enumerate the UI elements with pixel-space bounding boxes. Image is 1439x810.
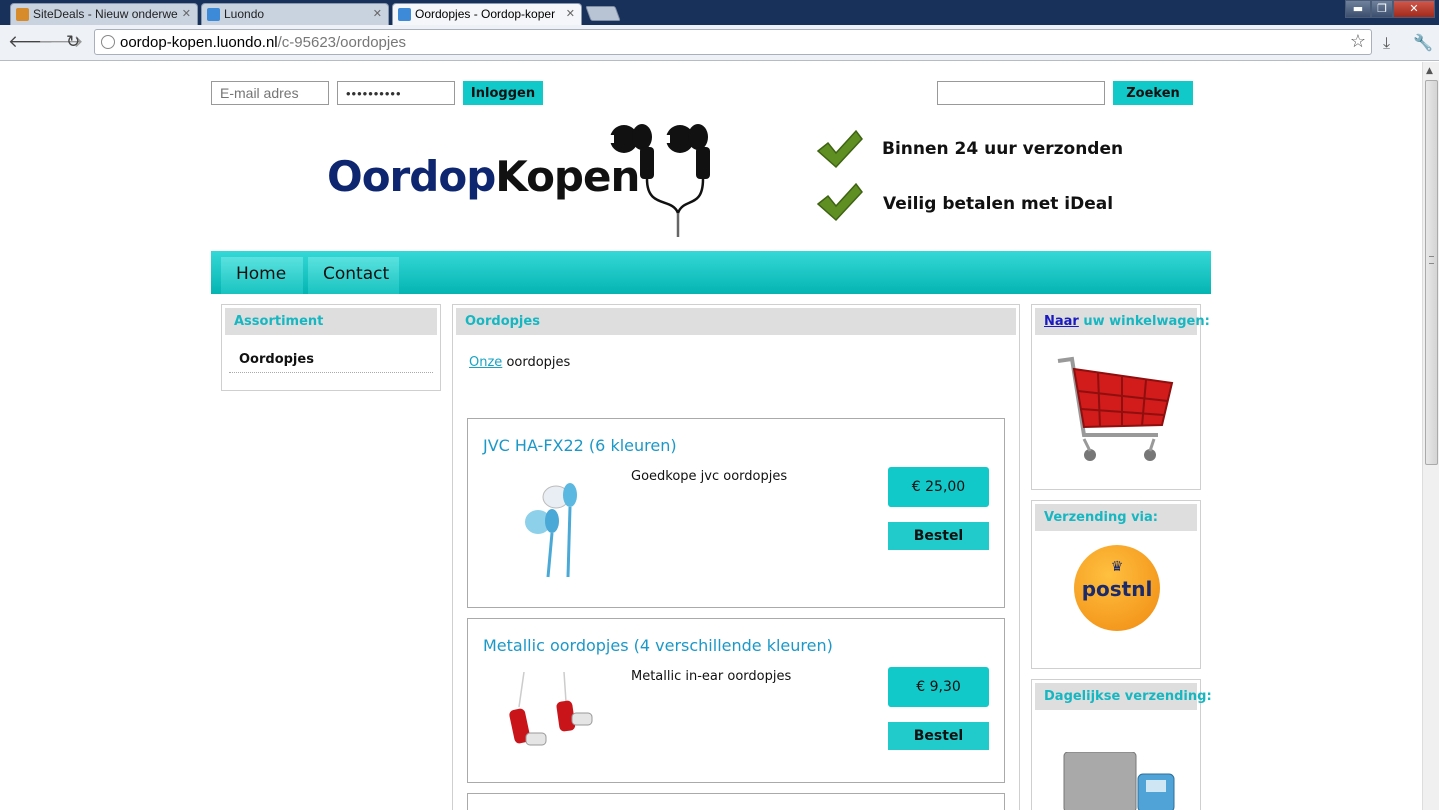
product-card: JVC HA-FX22 (6 kleuren) Goedkope jvc oor… [467,418,1005,608]
shipping-box: Verzending via: ♛ postnl [1031,500,1201,669]
logo-part-oordop: Oordop [327,152,496,201]
scroll-grip [1429,256,1434,264]
cart-title: Naar uw winkelwagen: [1035,308,1210,335]
reload-icon[interactable]: ↻ [66,33,80,51]
assortment-title: Assortiment [225,308,437,335]
daily-shipping-title: Dagelijkse verzending: [1035,683,1212,710]
truck-icon [1063,752,1175,810]
crown-icon: ♛ [1110,559,1124,575]
tab-title: SiteDeals - Nieuw onderwe [33,7,178,21]
product-price: € 25,00 [888,467,989,507]
assortment-box: Assortiment [221,304,441,391]
login-button[interactable]: Inloggen [463,81,543,105]
checkmark-icon [816,182,863,222]
nav-item-home[interactable]: Home [221,257,303,294]
tab-close-icon[interactable]: ✕ [373,7,382,20]
product-title[interactable]: JVC HA-FX22 (6 kleuren) [483,436,677,455]
sidebar-item-oordopjes[interactable]: Oordopjes [229,349,433,373]
shipping-title: Verzending via: [1035,504,1197,531]
earphones-logo-icon [610,124,710,237]
browser-tab-sitedeals[interactable]: SiteDeals - Nieuw onderwe ✕ [10,3,198,25]
usp-shipping: Binnen 24 uur verzonden [882,139,1124,159]
product-card [467,793,1005,810]
intro-text: oordopjes [506,355,571,370]
cart-text: uw winkelwagen: [1083,314,1210,329]
intro-link[interactable]: Onze [469,355,502,370]
globe-icon [101,35,115,49]
checkmark-icon [816,129,863,169]
browser-tab-oordopjes[interactable]: Oordopjes - Oordop-koper ✕ [392,3,582,25]
site-logo[interactable]: OordopKopen [327,152,640,201]
postnl-logo-text: postnl [1081,577,1153,601]
scroll-up-arrow-icon[interactable]: ▲ [1426,66,1433,76]
maximize-button[interactable]: ❐ [1371,0,1393,18]
shopping-cart-icon[interactable] [1054,355,1179,471]
main-navigation: Home Contact [211,251,1211,294]
nav-item-contact[interactable]: Contact [308,257,399,294]
product-card: Metallic oordopjes (4 verschillende kleu… [467,618,1005,783]
product-description: Metallic in-ear oordopjes [631,669,792,684]
download-icon[interactable]: ⤓ [1383,33,1390,53]
cart-link[interactable]: Naar [1044,314,1079,329]
web-page: Inloggen Zoeken OordopKopen Binnen 24 uu… [0,62,1422,810]
search-button[interactable]: Zoeken [1113,81,1193,105]
order-button[interactable]: Bestel [888,722,989,750]
daily-shipping-box: Dagelijkse verzending: [1031,679,1212,810]
product-image-jvc[interactable] [504,477,604,582]
search-input[interactable] [937,81,1105,105]
url-host: oordop-kopen.luondo.nl [120,34,278,51]
minimize-button[interactable]: ▬ [1345,0,1371,18]
product-description: Goedkope jvc oordopjes [631,469,788,484]
email-input[interactable] [211,81,329,105]
browser-tab-luondo[interactable]: Luondo ✕ [201,3,389,25]
postnl-logo: ♛ postnl [1074,545,1160,631]
browser-tab-bar: SiteDeals - Nieuw onderwe ✕ Luondo ✕ Oor… [0,0,1439,25]
scroll-thumb[interactable] [1425,80,1438,465]
tab-title: Oordopjes - Oordop-koper [415,7,556,21]
product-price: € 9,30 [888,667,989,707]
cart-icon [398,8,411,21]
wrench-icon[interactable]: 🔧 [1413,33,1433,52]
address-bar[interactable]: oordop-kopen.luondo.nl/c-95623/oordopjes… [94,29,1372,55]
new-tab-button[interactable] [585,6,621,21]
bookmark-star-icon[interactable]: ☆ [1350,31,1366,52]
product-image-metallic[interactable] [504,667,604,767]
product-title[interactable]: Metallic oordopjes (4 verschillende kleu… [483,636,833,655]
sitedeals-icon [16,8,29,21]
cart-box: Naar uw winkelwagen: [1031,304,1210,490]
cart-icon [207,8,220,21]
category-title: Oordopjes [456,308,1016,335]
page-scrollbar[interactable]: ▲ [1422,62,1439,810]
usp-ideal: Veilig betalen met iDeal [883,194,1114,214]
tab-close-icon[interactable]: ✕ [182,7,191,20]
order-button[interactable]: Bestel [888,522,989,550]
browser-toolbar: 🡐 🡒 ↻ oordop-kopen.luondo.nl/c-95623/oor… [0,25,1439,61]
category-intro: Onze oordopjes [469,355,570,370]
password-input[interactable] [337,81,455,105]
url-path: /c-95623/oordopjes [277,34,407,51]
close-window-button[interactable]: ✕ [1393,0,1435,18]
tab-title: Luondo [224,7,265,21]
tab-close-icon[interactable]: ✕ [566,7,575,20]
